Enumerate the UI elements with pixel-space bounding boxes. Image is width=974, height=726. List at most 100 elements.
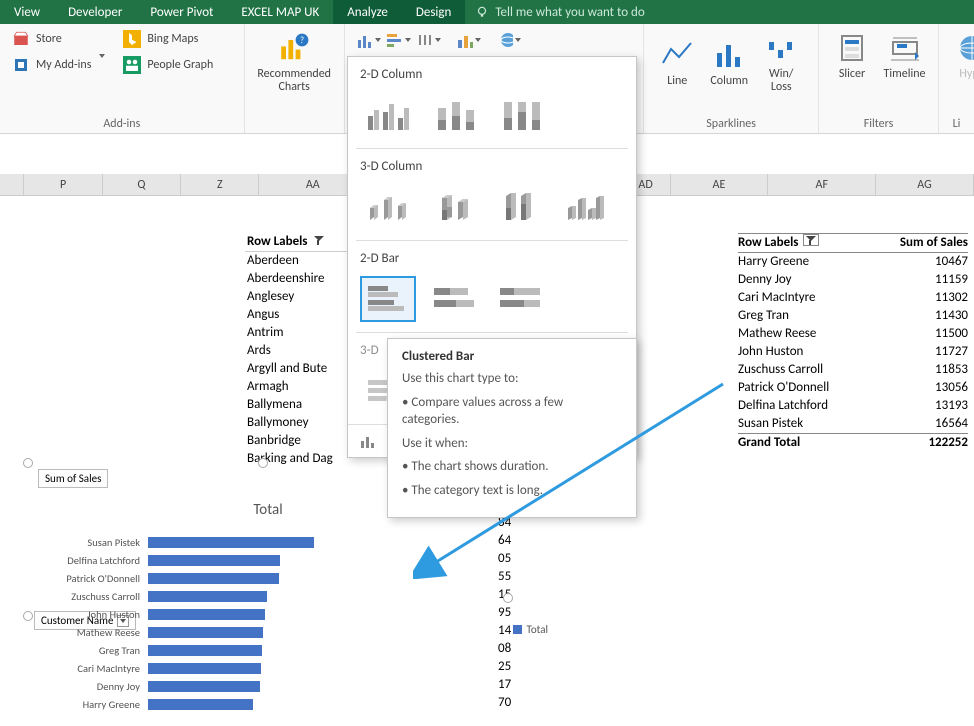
table-row[interactable]: Harry Greene10467	[738, 253, 968, 271]
thumb-stacked-bar[interactable]	[426, 276, 482, 322]
my-addins-label: My Add-ins	[36, 58, 91, 72]
filter-icon[interactable]	[803, 234, 819, 246]
col-P[interactable]: P	[24, 174, 102, 195]
chart-handle[interactable]	[503, 593, 513, 603]
tell-me-search[interactable]: Tell me what you want to do	[465, 5, 654, 20]
thumb-3d-100-stacked-column[interactable]	[492, 184, 548, 230]
thumb-100-stacked-bar[interactable]	[492, 276, 548, 322]
group-label-addins: Add-ins	[8, 115, 236, 131]
col-Z[interactable]: Z	[181, 174, 259, 195]
hyperlink-label: Hype	[959, 68, 974, 81]
tooltip-line: • The category text is long.	[402, 482, 622, 500]
table-row[interactable]: Denny Joy11159	[738, 271, 968, 289]
btn-insert-statistic-chart[interactable]	[417, 30, 441, 50]
table-row[interactable]: Greg Tran11430	[738, 307, 968, 325]
btn-people-graph[interactable]: People Graph	[119, 54, 217, 76]
statistic-chart-icon	[417, 32, 433, 48]
svg-text:?: ?	[300, 36, 304, 46]
pivot-left-header: Row Labels	[247, 234, 308, 249]
pivot-grand-total-value: 122252	[878, 434, 968, 452]
ribbon-tabs: View Developer Power Pivot EXCEL MAP UK …	[0, 0, 974, 24]
bar-row: Cari MacIntyre	[28, 659, 478, 677]
bar	[148, 537, 314, 548]
slicer-icon	[836, 32, 868, 64]
table-row[interactable]: John Huston11727	[738, 343, 968, 361]
group-label-filters: Filters	[827, 115, 930, 131]
chart-handle[interactable]	[23, 458, 33, 468]
people-graph-icon	[123, 56, 141, 74]
thumb-clustered-bar[interactable]	[360, 276, 416, 322]
tab-excel-map-uk[interactable]: EXCEL MAP UK	[227, 0, 333, 24]
sparkline-winloss-icon	[765, 32, 797, 64]
table-row[interactable]: Mathew Reese11500	[738, 325, 968, 343]
col-AF[interactable]: AF	[768, 174, 876, 195]
tooltip-line: • The chart shows duration.	[402, 458, 622, 476]
thumb-3d-column[interactable]	[558, 184, 614, 230]
chart-handle[interactable]	[258, 458, 268, 468]
btn-pivot-chart[interactable]	[457, 30, 481, 50]
btn-sparkline-winloss[interactable]: Win/ Loss	[756, 28, 806, 98]
sparkline-winloss-label: Win/ Loss	[769, 68, 793, 94]
tell-me-label: Tell me what you want to do	[495, 5, 644, 20]
tab-power-pivot[interactable]: Power Pivot	[136, 0, 227, 24]
bar-row: Susan Pistek	[28, 533, 478, 551]
col-AG[interactable]: AG	[876, 174, 974, 195]
map-3d-icon	[497, 31, 513, 49]
bar	[148, 609, 265, 620]
tab-design[interactable]: Design	[402, 0, 465, 24]
bar-row: John Huston	[28, 605, 478, 623]
table-row[interactable]: Cari MacIntyre11302	[738, 289, 968, 307]
bar-row: Denny Joy	[28, 677, 478, 695]
btn-recommended-charts[interactable]: ? Recommended Charts	[253, 28, 336, 98]
btn-slicer[interactable]: Slicer	[827, 28, 877, 85]
thumb-3d-stacked-column[interactable]	[426, 184, 482, 230]
people-graph-label: People Graph	[147, 58, 213, 72]
thumb-100-stacked-column[interactable]	[492, 92, 548, 138]
bar-row: Harry Greene	[28, 695, 478, 713]
tab-analyze[interactable]: Analyze	[333, 0, 402, 24]
btn-3d-map[interactable]	[497, 30, 521, 50]
recommended-charts-label: Recommended Charts	[257, 68, 331, 94]
thumb-clustered-column[interactable]	[360, 92, 416, 138]
table-row[interactable]: Zuschuss Carroll11853	[738, 361, 968, 379]
thumb-stacked-column[interactable]	[426, 92, 482, 138]
bar-label: Denny Joy	[28, 680, 148, 693]
btn-timeline[interactable]: Timeline	[879, 28, 930, 85]
bar	[148, 645, 262, 656]
btn-my-addins[interactable]: My Add-ins	[8, 54, 109, 76]
tooltip-line: Use it when:	[402, 435, 622, 453]
column-chart-icon	[357, 32, 373, 48]
group-addins: Store My Add-ins Bing Maps People Graph	[0, 24, 245, 133]
btn-store[interactable]: Store	[8, 28, 109, 50]
pivot-right-header1: Row Labels	[738, 235, 799, 250]
btn-sparkline-column[interactable]: Column	[704, 28, 754, 98]
btn-bing-maps[interactable]: Bing Maps	[119, 28, 217, 50]
bar-label: Harry Greene	[28, 698, 148, 711]
bar-label: Mathew Reese	[28, 626, 148, 639]
more-charts-icon	[360, 433, 380, 449]
recommended-charts-icon: ?	[278, 32, 310, 64]
group-links: Hype Li	[939, 24, 974, 133]
btn-sparkline-line[interactable]: Line	[652, 28, 702, 98]
col-sel[interactable]	[0, 174, 24, 195]
col-Q[interactable]: Q	[103, 174, 181, 195]
bar-label: Greg Tran	[28, 644, 148, 657]
field-btn-label: Sum of Sales	[45, 472, 101, 485]
pivot-chart-value-field-btn[interactable]: Sum of Sales	[38, 469, 108, 488]
table-row[interactable]: Delfina Latchford13193	[738, 397, 968, 415]
chart-tooltip: Clustered Bar Use this chart type to: • …	[387, 338, 637, 518]
table-row[interactable]: Susan Pistek16564	[738, 415, 968, 433]
section-2d-bar: 2-D Bar	[348, 241, 636, 274]
group-label-links: Li	[947, 115, 966, 131]
section-3d-column: 3-D Column	[348, 149, 636, 182]
bar-area: Susan PistekDelfina LatchfordPatrick O'D…	[158, 533, 478, 718]
table-row[interactable]: Patrick O'Donnell13056	[738, 379, 968, 397]
btn-insert-bar-chart[interactable]	[387, 30, 411, 50]
tab-view[interactable]: View	[0, 0, 54, 24]
bar	[148, 699, 253, 710]
thumb-3d-clustered-column[interactable]	[360, 184, 416, 230]
btn-hyperlink[interactable]: Hype	[947, 28, 974, 85]
col-AE[interactable]: AE	[671, 174, 769, 195]
btn-insert-column-chart[interactable]	[357, 30, 381, 50]
tab-developer[interactable]: Developer	[54, 0, 136, 24]
